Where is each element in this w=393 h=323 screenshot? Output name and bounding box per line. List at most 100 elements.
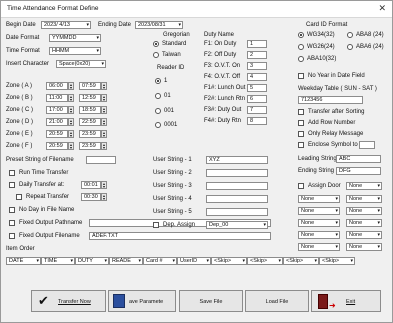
user-string-4-input[interactable]: [206, 195, 268, 203]
user-string-5-input[interactable]: [206, 208, 268, 216]
duty-f3s-input[interactable]: 7: [247, 106, 267, 114]
add-row-checkbox[interactable]: [298, 120, 304, 126]
dep-assign-checkbox[interactable]: [153, 222, 159, 228]
load-file-button[interactable]: Load File: [245, 290, 309, 312]
reader-id-radio-0001[interactable]: [155, 122, 161, 128]
none-select-1a[interactable]: None ▾: [298, 195, 340, 203]
zone-a-to-spinner[interactable]: ▴ ▾: [101, 82, 107, 90]
item-order-4[interactable]: READE ▾: [109, 257, 143, 265]
item-order-1[interactable]: DATE ▾: [6, 257, 41, 265]
no-year-checkbox[interactable]: [298, 73, 304, 79]
none-select-5b[interactable]: None ▾: [346, 243, 382, 251]
none-select-5a[interactable]: None ▾: [298, 243, 340, 251]
run-time-transfer-checkbox[interactable]: [9, 170, 15, 176]
standard-radio[interactable]: [153, 41, 159, 47]
zone-c-to-spinner[interactable]: ▴ ▾: [101, 106, 107, 114]
daily-transfer-time[interactable]: 00:01: [81, 181, 101, 189]
item-order-8[interactable]: <Skip> ▾: [247, 257, 283, 265]
enclose-input[interactable]: [359, 141, 375, 149]
item-order-9[interactable]: <Skip> ▾: [283, 257, 319, 265]
zone-b-to[interactable]: 12:59: [79, 94, 101, 102]
zone-e-from[interactable]: 20:59: [46, 130, 68, 138]
item-order-7[interactable]: <Skip> ▾: [211, 257, 247, 265]
daily-transfer-checkbox[interactable]: [9, 182, 15, 188]
weekday-input[interactable]: 7123456: [298, 96, 363, 104]
none-select-2b[interactable]: None ▾: [346, 207, 382, 215]
date-format-select[interactable]: YYMMDD ▾: [49, 34, 101, 42]
reader-id-radio-001[interactable]: [155, 108, 161, 114]
zone-f-to-spinner[interactable]: ▴ ▾: [101, 142, 107, 150]
item-order-10[interactable]: <Skip> ▾: [319, 257, 355, 265]
zone-a-from-spinner[interactable]: ▴ ▾: [68, 82, 74, 90]
zone-e-to[interactable]: 23:59: [79, 130, 101, 138]
duty-f1-input[interactable]: 1: [247, 40, 267, 48]
item-order-3[interactable]: DUTY ▾: [75, 257, 109, 265]
zone-b-from[interactable]: 11:00: [46, 94, 68, 102]
zone-b-to-spinner[interactable]: ▴ ▾: [101, 94, 107, 102]
item-order-2[interactable]: TIME ▾: [41, 257, 75, 265]
zone-c-from-spinner[interactable]: ▴ ▾: [68, 106, 74, 114]
none-select-3a[interactable]: None ▾: [298, 219, 340, 227]
ending-string-input[interactable]: DFG: [336, 167, 381, 175]
assign-door-checkbox[interactable]: [298, 183, 304, 189]
zone-c-to[interactable]: 18:59: [79, 106, 101, 114]
user-string-3-input[interactable]: [206, 182, 268, 190]
repeat-transfer-spinner[interactable]: ▴ ▾: [101, 193, 107, 201]
zone-d-from-spinner[interactable]: ▴ ▾: [68, 118, 74, 126]
duty-f3-input[interactable]: 3: [247, 62, 267, 70]
card-id-radio-aba10[interactable]: [298, 56, 304, 62]
insert-char-select[interactable]: Space(0x20) ▾: [56, 60, 106, 68]
duty-f2-input[interactable]: 2: [247, 51, 267, 59]
card-id-radio-wg26[interactable]: [298, 44, 304, 50]
none-select-4b[interactable]: None ▾: [346, 231, 382, 239]
card-id-radio-aba8[interactable]: [347, 32, 353, 38]
zone-e-to-spinner[interactable]: ▴ ▾: [101, 130, 107, 138]
repeat-transfer-time[interactable]: 00:30: [81, 193, 101, 201]
repeat-transfer-checkbox[interactable]: [16, 194, 22, 200]
duty-f4s-input[interactable]: 8: [247, 117, 267, 125]
fixed-file-input[interactable]: ADEF.TXT: [89, 232, 271, 240]
daily-transfer-spinner[interactable]: ▴ ▾: [101, 181, 107, 189]
card-id-radio-wg34[interactable]: [298, 32, 304, 38]
zone-d-to[interactable]: 22:59: [79, 118, 101, 126]
exit-button[interactable]: ➜ Exit: [311, 290, 381, 312]
preset-string-input[interactable]: [86, 156, 116, 164]
user-string-1-input[interactable]: XYZ: [206, 156, 268, 164]
fixed-path-checkbox[interactable]: [9, 220, 15, 226]
save-parameters-button[interactable]: ave Paramete: [108, 290, 176, 312]
begin-date-picker[interactable]: 2023/ 4/13 ▾: [41, 21, 91, 29]
zone-a-from[interactable]: 06:00: [46, 82, 68, 90]
transfer-now-button[interactable]: ✔ Transfer Now: [31, 290, 106, 312]
assign-door-select[interactable]: None ▾: [346, 182, 382, 190]
only-relay-checkbox[interactable]: [298, 131, 304, 137]
zone-f-from[interactable]: 20:59: [46, 142, 68, 150]
zone-d-to-spinner[interactable]: ▴ ▾: [101, 118, 107, 126]
card-id-radio-aba6[interactable]: [347, 44, 353, 50]
zone-e-from-spinner[interactable]: ▴ ▾: [68, 130, 74, 138]
time-format-select[interactable]: HHMM ▾: [49, 47, 101, 55]
ending-date-picker[interactable]: 2023/08/31 ▾: [135, 21, 183, 29]
save-file-button[interactable]: Save File: [179, 290, 243, 312]
enclose-checkbox[interactable]: [298, 142, 304, 148]
no-day-checkbox[interactable]: [9, 207, 15, 213]
dep-assign-select[interactable]: Dep_00 ▾: [206, 221, 268, 229]
zone-a-to[interactable]: 07:59: [79, 82, 101, 90]
item-order-5[interactable]: Card # ▾: [143, 257, 177, 265]
none-select-3b[interactable]: None ▾: [346, 219, 382, 227]
close-icon[interactable]: ✕: [378, 3, 386, 14]
taiwan-radio[interactable]: [153, 52, 159, 58]
user-string-2-input[interactable]: [206, 169, 268, 177]
zone-d-from[interactable]: 21:00: [46, 118, 68, 126]
leading-string-input[interactable]: ABC: [336, 155, 381, 163]
none-select-2a[interactable]: None ▾: [298, 207, 340, 215]
transfer-after-sort-checkbox[interactable]: [298, 109, 304, 115]
zone-c-from[interactable]: 17:00: [46, 106, 68, 114]
none-select-1b[interactable]: None ▾: [346, 195, 382, 203]
item-order-6[interactable]: UserID ▾: [177, 257, 211, 265]
zone-b-from-spinner[interactable]: ▴ ▾: [68, 94, 74, 102]
duty-f4-input[interactable]: 4: [247, 73, 267, 81]
zone-f-from-spinner[interactable]: ▴ ▾: [68, 142, 74, 150]
reader-id-radio-01[interactable]: [155, 93, 161, 99]
zone-f-to[interactable]: 23:59: [79, 142, 101, 150]
reader-id-radio-1[interactable]: [155, 78, 161, 84]
